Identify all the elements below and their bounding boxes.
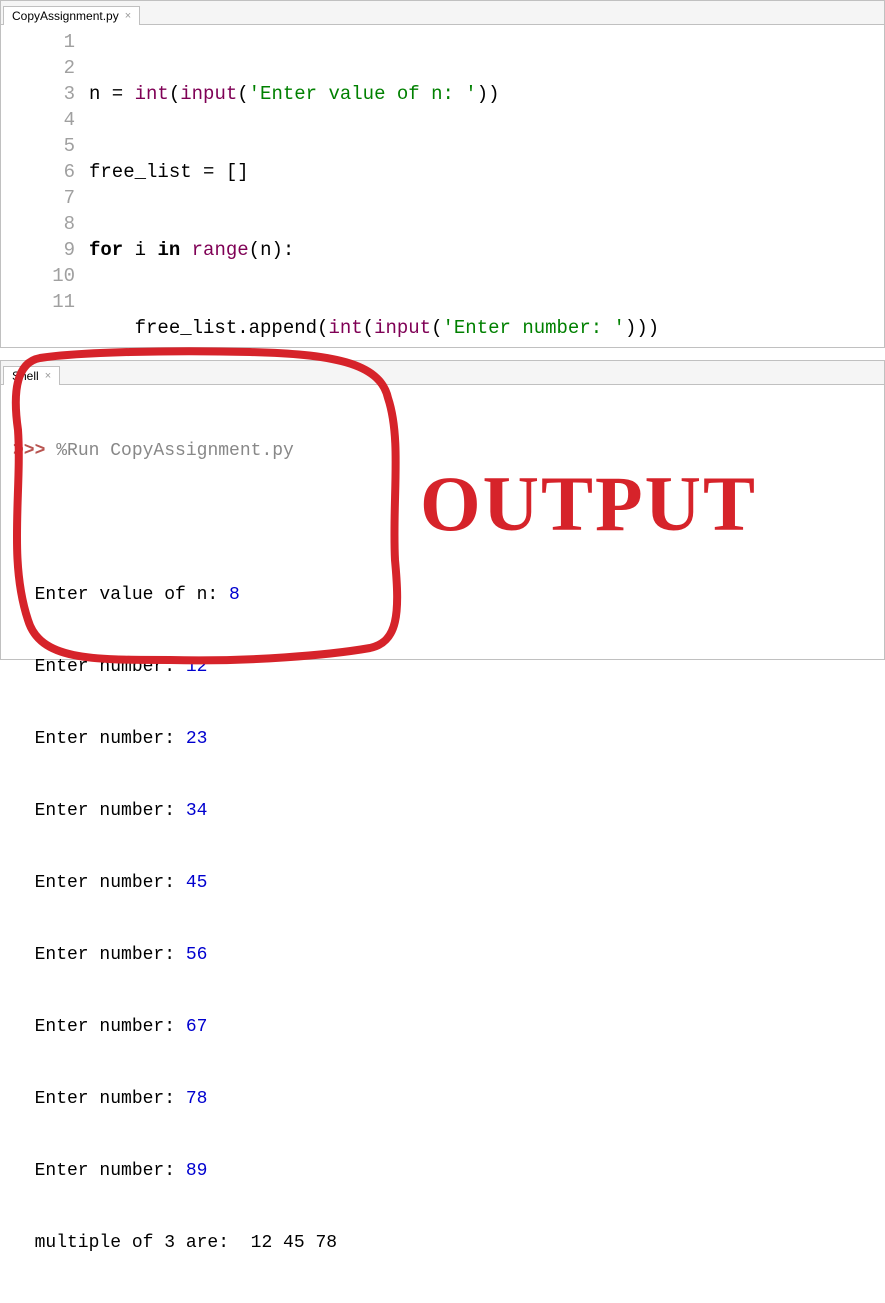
- editor-tab-label: CopyAssignment.py: [12, 9, 119, 23]
- shell-prompt: >>>: [13, 441, 56, 461]
- code-content[interactable]: n = int(input('Enter value of n: ')) fre…: [89, 29, 884, 347]
- shell-panel: Shell × >>> %Run CopyAssignment.py Enter…: [0, 360, 885, 660]
- editor-panel: CopyAssignment.py × 1 2 3 4 5 6 7 8 9 10…: [0, 0, 885, 348]
- shell-tab[interactable]: Shell ×: [3, 366, 60, 385]
- close-icon[interactable]: ×: [45, 371, 51, 382]
- shell-output[interactable]: >>> %Run CopyAssignment.py Enter value o…: [1, 385, 884, 659]
- shell-tab-label: Shell: [12, 369, 39, 383]
- line-number-gutter: 1 2 3 4 5 6 7 8 9 10 11: [1, 29, 89, 347]
- editor-tab-bar: CopyAssignment.py ×: [1, 1, 884, 25]
- close-icon[interactable]: ×: [125, 11, 131, 22]
- run-command: %Run CopyAssignment.py: [56, 441, 294, 461]
- code-editor[interactable]: 1 2 3 4 5 6 7 8 9 10 11 n = int(input('E…: [1, 25, 884, 347]
- shell-tab-bar: Shell ×: [1, 361, 884, 385]
- editor-tab[interactable]: CopyAssignment.py ×: [3, 6, 140, 25]
